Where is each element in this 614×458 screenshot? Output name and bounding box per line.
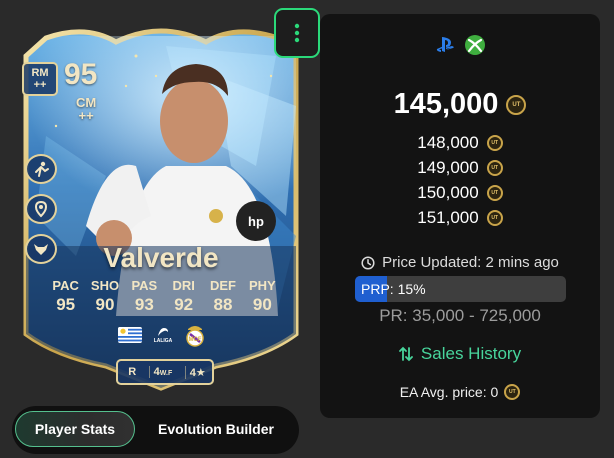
ea-average-price: EA Avg. price: 0 UT (320, 384, 600, 400)
stat-value: 93 (134, 295, 154, 314)
price-updated: Price Updated: 2 mins ago (320, 254, 600, 271)
price-value: 148,000 (417, 132, 479, 152)
price-panel: 145,000 UT 148,000 UT 149,000 UT 150,000 UT… (320, 14, 600, 418)
stat-def: DEF 88 (203, 278, 242, 315)
stat-dri: DRI 92 (164, 278, 203, 315)
xbox-icon[interactable] (464, 34, 486, 56)
price-value: 149,000 (417, 157, 479, 177)
foot-skill-bar: R 4W.F 4★ (116, 359, 214, 385)
stat-value: 90 (252, 295, 272, 314)
tab-player-stats[interactable]: Player Stats (15, 411, 135, 447)
price-list: 148,000 UT 149,000 UT 150,000 UT 151,000 UT (320, 130, 600, 230)
sales-history-label: Sales History (420, 344, 522, 363)
stat-value: 88 (213, 295, 233, 314)
real-madrid-crest-icon: MCF (184, 323, 206, 347)
stat-sho: SHO 90 (85, 278, 124, 315)
coin-icon: UT (486, 209, 503, 226)
stat-pac: PAC 95 (46, 278, 85, 315)
stat-label: DRI (172, 278, 195, 293)
card-menu-button[interactable] (274, 8, 320, 58)
coin-icon: UT (486, 184, 503, 201)
position-badge: RM ++ (22, 62, 58, 96)
view-tabs: Player Stats Evolution Builder (12, 406, 299, 454)
stat-value: 95 (56, 295, 76, 314)
main-price-value: 145,000 (393, 88, 499, 120)
stat-label: DEF (209, 278, 236, 293)
stat-value: 92 (174, 295, 194, 314)
alt-position-plus: ++ (78, 108, 94, 123)
stat-label: SHO (90, 278, 120, 293)
svg-text:hp: hp (248, 214, 264, 229)
coin-icon: UT (504, 384, 521, 400)
playstation-icon[interactable] (434, 34, 456, 56)
laliga-icon: LALIGA (150, 323, 176, 347)
platform-selector (320, 34, 600, 56)
playstyle-shot-icon (25, 154, 57, 184)
sales-history-link[interactable]: Sales History (320, 344, 600, 364)
alt-position: CM ++ (76, 96, 96, 122)
stat-pas: PAS 93 (125, 278, 164, 315)
more-vertical-icon (294, 23, 300, 43)
skill-moves: 4★ (184, 365, 206, 379)
price-row: 151,000 UT (320, 205, 600, 230)
player-card[interactable]: hp RM ++ 95 CM ++ Valverde PAC 95 SHO 90 P… (16, 16, 306, 391)
stat-label: PAS (131, 278, 158, 293)
coin-icon: UT (486, 134, 503, 151)
stat-value: 90 (95, 295, 115, 314)
preferred-foot: R (128, 366, 137, 378)
prp-label: PRP: 15% (361, 281, 426, 297)
coin-icon: UT (486, 159, 503, 176)
stat-phy: PHY 90 (243, 278, 282, 315)
prp-progress-bar: PRP: 15% (355, 276, 566, 302)
playstyle-location-icon (25, 194, 57, 224)
price-row: 148,000 UT (320, 130, 600, 155)
price-value: 151,000 (417, 207, 479, 227)
stat-label: PHY (248, 278, 276, 293)
stat-label: PAC (52, 278, 79, 293)
stats-grid: PAC 95 SHO 90 PAS 93 DRI 92 DEF 88 PHY 90 (46, 278, 282, 315)
price-row: 150,000 UT (320, 180, 600, 205)
player-name: Valverde (103, 242, 219, 273)
coin-icon: UT (506, 94, 527, 115)
sort-arrows-icon (399, 346, 413, 362)
nation-league-club: LALIGA MCF (118, 323, 206, 347)
price-row: 149,000 UT (320, 155, 600, 180)
price-value: 150,000 (417, 182, 479, 202)
uruguay-flag-icon (118, 327, 142, 343)
price-updated-text: Price Updated: 2 mins ago (382, 254, 559, 271)
player-rating: 95 (64, 58, 98, 91)
ea-avg-text: EA Avg. price: 0 (399, 384, 499, 400)
position-plus: ++ (33, 79, 47, 91)
tab-evolution-builder[interactable]: Evolution Builder (140, 411, 292, 447)
price-range: PR: 35,000 - 725,000 (379, 306, 541, 325)
clock-icon (361, 255, 375, 270)
svg-text:MCF: MCF (189, 337, 202, 343)
position-label: RM (31, 67, 49, 79)
weak-foot: 4W.F (148, 366, 173, 378)
weak-foot-suffix: W.F (159, 370, 173, 377)
league-label: LALIGA (153, 338, 173, 344)
lowest-price: 145,000 UT (320, 88, 600, 121)
